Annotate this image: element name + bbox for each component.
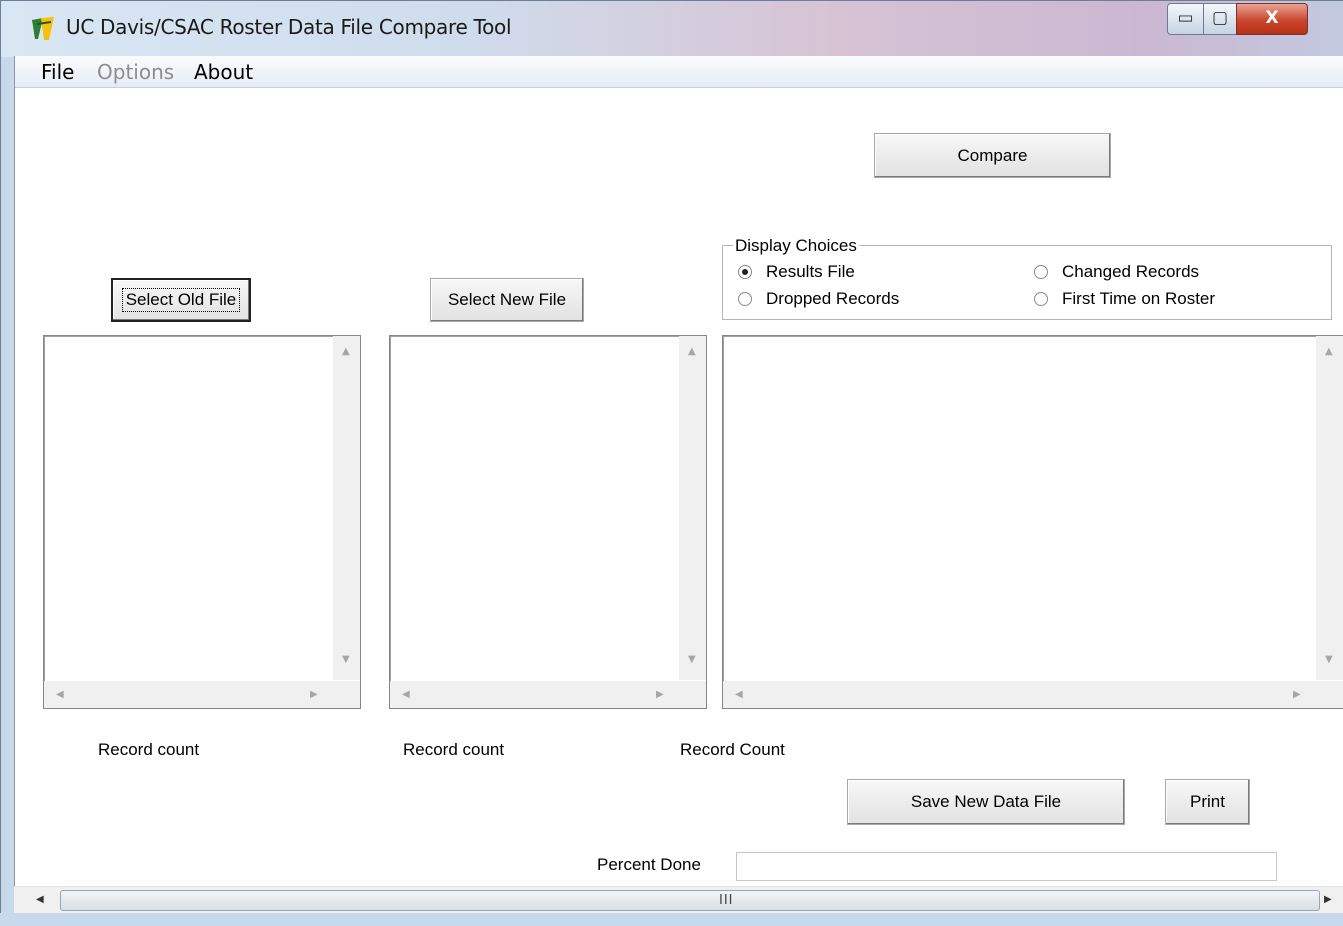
scroll-corner [333, 681, 360, 708]
old-file-list[interactable]: ▲ ▼ ◀ ▶ [43, 335, 361, 709]
vertical-scrollbar[interactable]: ▲ ▼ [679, 336, 706, 680]
display-choices-label: Display Choices [733, 236, 859, 256]
radio-changed-records[interactable]: Changed Records [1034, 262, 1199, 282]
horizontal-scrollbar[interactable]: ◀ ▶ [44, 681, 333, 708]
old-record-count-label: Record count [98, 740, 200, 759]
title-bar[interactable]: UC Davis/CSAC Roster Data File Compare T… [1, 1, 1343, 57]
radio-selected-icon [738, 265, 752, 279]
minimize-button[interactable]: ▭ [1167, 3, 1204, 35]
select-new-file-button[interactable]: Select New File [430, 278, 584, 322]
menu-bar: File Options About [15, 56, 1343, 88]
window-bottom-frame [0, 913, 1343, 926]
scroll-down-icon[interactable]: ▼ [1325, 654, 1333, 665]
vertical-scrollbar[interactable]: ▲ ▼ [1316, 336, 1343, 680]
percent-done-label: Percent Done [597, 855, 701, 874]
scroll-down-icon[interactable]: ▼ [688, 654, 696, 665]
scroll-left-icon[interactable]: ◀ [735, 689, 743, 700]
menu-about[interactable]: About [194, 60, 253, 84]
new-file-list[interactable]: ▲ ▼ ◀ ▶ [389, 335, 707, 709]
menu-options[interactable]: Options [97, 60, 174, 84]
radio-unselected-icon [1034, 292, 1048, 306]
percent-done-progress-bar [736, 852, 1277, 881]
radio-unselected-icon [1034, 265, 1048, 279]
new-record-count-label: Record count [403, 740, 505, 759]
scroll-left-icon[interactable]: ◀ [36, 894, 44, 905]
scroll-up-icon[interactable]: ▲ [342, 346, 350, 357]
radio-dropped-records[interactable]: Dropped Records [738, 289, 899, 309]
results-record-count-label: Record Count [680, 740, 785, 759]
select-old-file-button[interactable]: Select Old File [111, 278, 251, 322]
radio-results-file[interactable]: Results File [738, 262, 855, 282]
client-area: File Options About Compare Select Old Fi… [14, 56, 1343, 926]
display-choices-group: Display Choices Results File Dropped Rec… [722, 236, 1332, 320]
scroll-up-icon[interactable]: ▲ [688, 346, 696, 357]
maximize-icon: ▢ [1211, 8, 1229, 28]
scroll-left-icon[interactable]: ◀ [402, 689, 410, 700]
scroll-right-icon[interactable]: ▶ [1324, 894, 1332, 905]
scroll-corner [679, 681, 706, 708]
minimize-icon: ▭ [1177, 8, 1194, 28]
close-icon: X [1265, 8, 1279, 28]
radio-unselected-icon [738, 292, 752, 306]
menu-file[interactable]: File [41, 60, 74, 84]
horizontal-scrollbar[interactable]: ◀ ▶ [390, 681, 679, 708]
radio-first-time-on-roster[interactable]: First Time on Roster [1034, 289, 1215, 309]
scroll-down-icon[interactable]: ▼ [342, 654, 350, 665]
scroll-right-icon[interactable]: ▶ [310, 689, 318, 700]
vertical-scrollbar[interactable]: ▲ ▼ [333, 336, 360, 680]
scroll-right-icon[interactable]: ▶ [1293, 689, 1301, 700]
app-logo-icon [32, 17, 54, 40]
results-list[interactable]: ▲ ▼ ◀ ▶ [722, 335, 1343, 709]
compare-button[interactable]: Compare [874, 133, 1111, 178]
scroll-left-icon[interactable]: ◀ [56, 689, 64, 700]
scroll-right-icon[interactable]: ▶ [656, 689, 664, 700]
maximize-button[interactable]: ▢ [1203, 3, 1237, 35]
save-new-data-file-button[interactable]: Save New Data File [847, 779, 1125, 825]
close-button[interactable]: X [1236, 3, 1308, 35]
window-title: UC Davis/CSAC Roster Data File Compare T… [66, 15, 512, 39]
scrollbar-thumb[interactable]: III [60, 890, 1320, 911]
scrollbar-grip-icon: III [719, 893, 734, 908]
scroll-up-icon[interactable]: ▲ [1325, 346, 1333, 357]
window-horizontal-scrollbar[interactable]: ◀ III ▶ [14, 886, 1343, 913]
horizontal-scrollbar[interactable]: ◀ ▶ [723, 681, 1316, 708]
print-button[interactable]: Print [1165, 779, 1250, 825]
scroll-corner [1316, 681, 1343, 708]
